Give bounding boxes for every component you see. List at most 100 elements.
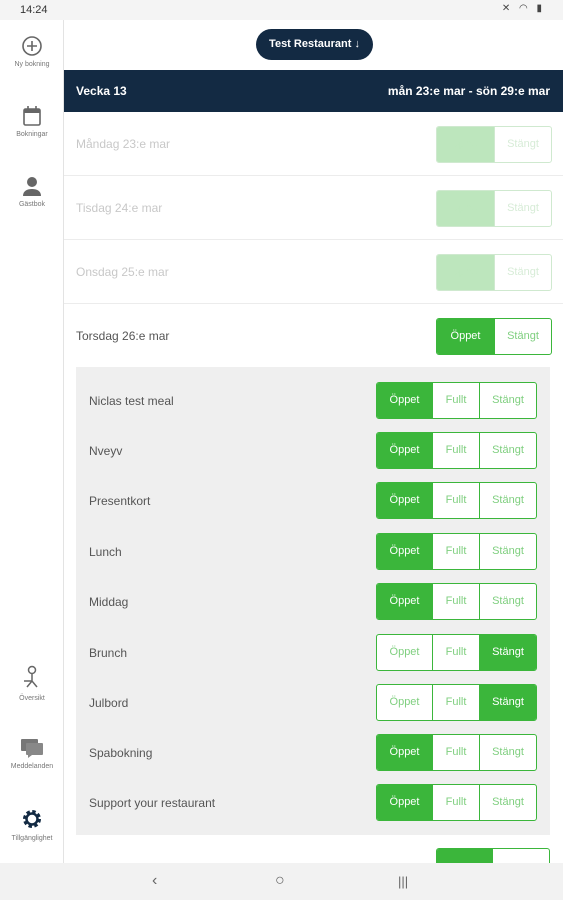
toggle-closed[interactable]: Stängt — [494, 319, 551, 354]
restaurant-name: Test Restaurant — [269, 38, 352, 50]
toggle-closed[interactable]: Stängt — [479, 433, 536, 468]
meal-label: Lunch — [89, 545, 122, 559]
back-icon[interactable]: ‹ — [152, 872, 157, 890]
restaurant-selector-button[interactable]: Test Restaurant ↓ — [256, 29, 373, 60]
add-circle-icon — [22, 36, 42, 56]
meal-status-toggle: Öppet Fullt Stängt — [376, 482, 537, 519]
meal-row: Presentkort Öppet Fullt Stängt — [76, 475, 550, 525]
week-range: mån 23:e mar - sön 29:e mar — [387, 84, 550, 98]
toggle-open[interactable]: Öppet — [377, 584, 432, 619]
sidebar-item-label: Tillgänglighet — [11, 835, 53, 842]
day-status-toggle: Öppet Stängt — [436, 318, 552, 355]
sidebar: Ny bokning Bokningar Gästbok Översikt Me… — [0, 20, 64, 863]
toggle-open[interactable]: Öppet — [377, 635, 432, 670]
day-row: Måndag 23:e mar Öppet Stängt — [64, 112, 563, 176]
status-time: 14:24 — [20, 4, 48, 16]
toggle-open-partial — [437, 849, 493, 863]
meal-status-toggle: Öppet Fullt Stängt — [376, 634, 537, 671]
toggle-open[interactable]: Öppet — [377, 685, 432, 720]
toggle-full[interactable]: Fullt — [432, 433, 479, 468]
toggle-closed[interactable]: Stängt — [479, 785, 536, 820]
toggle-open[interactable]: Öppet — [377, 483, 432, 518]
chat-icon — [21, 739, 43, 758]
toggle-closed: Stängt — [494, 255, 551, 290]
meal-status-toggle: Öppet Fullt Stängt — [376, 684, 537, 721]
meal-label: Niclas test meal — [89, 394, 174, 408]
toggle-closed[interactable]: Stängt — [479, 534, 536, 569]
meal-status-toggle: Öppet Fullt Stängt — [376, 432, 537, 469]
toggle-open[interactable]: Öppet — [377, 433, 432, 468]
meal-status-toggle: Öppet Fullt Stängt — [376, 734, 537, 771]
toggle-open[interactable]: Öppet — [377, 534, 432, 569]
week-label: Vecka 13 — [76, 84, 127, 98]
meal-label: Spabokning — [89, 746, 153, 760]
sidebar-item-availability[interactable]: Tillgänglighet — [0, 807, 64, 842]
toggle-closed[interactable]: Stängt — [479, 584, 536, 619]
toggle-open: Öppet — [437, 191, 494, 226]
meal-label: Middag — [89, 595, 129, 609]
status-icons: ✕ ◠ ▮ — [501, 3, 545, 14]
arrow-down-icon: ↓ — [354, 38, 360, 50]
home-icon[interactable]: ○ — [275, 872, 285, 890]
sidebar-item-label: Översikt — [19, 695, 45, 702]
meal-status-toggle: Öppet Fullt Stängt — [376, 382, 537, 419]
calendar-icon — [23, 106, 41, 126]
toggle-open[interactable]: Öppet — [377, 735, 432, 770]
toggle-full[interactable]: Fullt — [432, 735, 479, 770]
system-nav-bar: ‹ ○ ||| — [0, 863, 563, 900]
toggle-closed: Stängt — [494, 127, 551, 162]
next-day-toggle-partial[interactable] — [436, 848, 550, 863]
person-icon — [23, 177, 41, 196]
toggle-open[interactable]: Öppet — [377, 785, 432, 820]
toggle-closed[interactable]: Stängt — [479, 635, 536, 670]
toggle-open: Öppet — [437, 255, 494, 290]
meal-label: Brunch — [89, 646, 128, 660]
meal-row: Spabokning Öppet Fullt Stängt — [76, 727, 550, 777]
sidebar-item-label: Ny bokning — [14, 61, 50, 68]
waiter-icon — [24, 665, 38, 688]
day-status-toggle: Öppet Stängt — [436, 190, 552, 227]
toggle-full[interactable]: Fullt — [432, 685, 479, 720]
sidebar-item-messages[interactable]: Meddelanden — [0, 737, 64, 770]
toggle-closed: Stängt — [494, 191, 551, 226]
toggle-full[interactable]: Fullt — [432, 483, 479, 518]
toggle-full[interactable]: Fullt — [432, 785, 479, 820]
sidebar-item-bookings[interactable]: Bokningar — [0, 105, 64, 138]
meal-label: Julbord — [89, 696, 129, 710]
status-bar: 14:24 ✕ ◠ ▮ — [0, 0, 563, 20]
toggle-full[interactable]: Fullt — [432, 635, 479, 670]
toggle-full[interactable]: Fullt — [432, 534, 479, 569]
toggle-closed[interactable]: Stängt — [479, 685, 536, 720]
sidebar-item-guestbook[interactable]: Gästbok — [0, 175, 64, 208]
sidebar-item-label: Meddelanden — [10, 763, 54, 770]
meal-row: Lunch Öppet Fullt Stängt — [76, 526, 550, 576]
toggle-open[interactable]: Öppet — [377, 383, 432, 418]
toggle-closed[interactable]: Stängt — [479, 483, 536, 518]
toggle-closed[interactable]: Stängt — [479, 383, 536, 418]
toggle-full[interactable]: Fullt — [432, 383, 479, 418]
sidebar-item-new-booking[interactable]: Ny bokning — [0, 35, 64, 68]
toggle-closed[interactable]: Stängt — [479, 735, 536, 770]
meal-row: Middag Öppet Fullt Stängt — [76, 576, 550, 626]
meal-row: Brunch Öppet Fullt Stängt — [76, 627, 550, 677]
sidebar-item-overview[interactable]: Översikt — [0, 665, 64, 702]
header: Test Restaurant ↓ — [64, 20, 563, 70]
toggle-full[interactable]: Fullt — [432, 584, 479, 619]
recents-icon[interactable]: ||| — [398, 874, 408, 889]
day-row: Onsdag 25:e mar Öppet Stängt — [64, 240, 563, 304]
meal-status-toggle: Öppet Fullt Stängt — [376, 784, 537, 821]
gear-icon — [23, 810, 41, 828]
meal-row: Julbord Öppet Fullt Stängt — [76, 677, 550, 727]
toggle-open: Öppet — [437, 127, 494, 162]
day-label: Måndag 23:e mar — [76, 137, 171, 151]
meal-row: Nveyv Öppet Fullt Stängt — [76, 425, 550, 475]
day-row: Tisdag 24:e mar Öppet Stängt — [64, 176, 563, 240]
toggle-open[interactable]: Öppet — [437, 319, 494, 354]
day-status-toggle: Öppet Stängt — [436, 254, 552, 291]
meal-label: Presentkort — [89, 494, 151, 508]
meal-row: Niclas test meal Öppet Fullt Stängt — [76, 375, 550, 425]
day-label: Onsdag 25:e mar — [76, 265, 169, 279]
day-label: Tisdag 24:e mar — [76, 201, 163, 215]
sidebar-item-label: Bokningar — [16, 131, 48, 138]
meal-label: Nveyv — [89, 444, 123, 458]
